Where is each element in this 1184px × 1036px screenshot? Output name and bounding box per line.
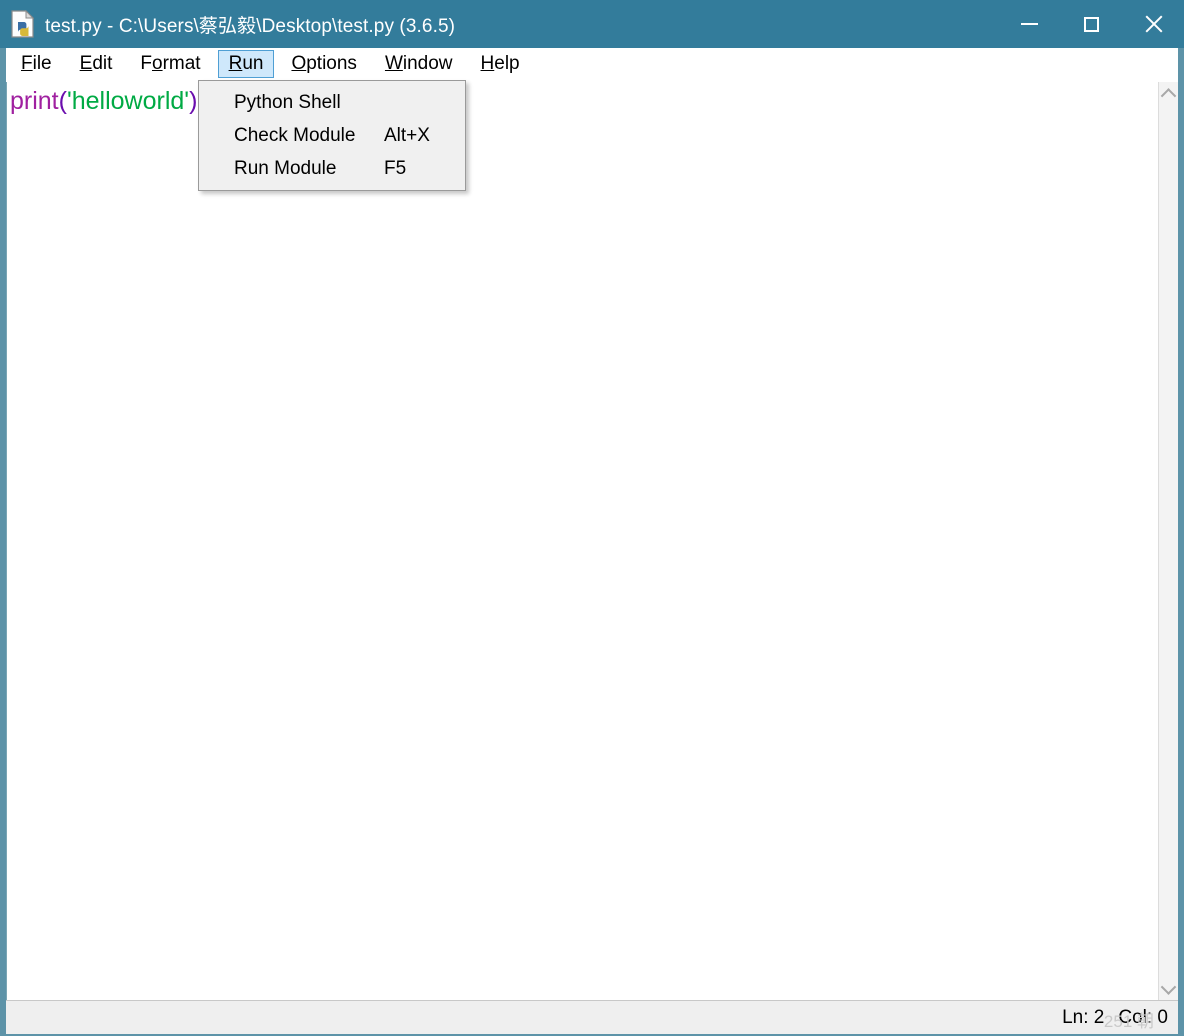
menu-help[interactable]: Help bbox=[470, 50, 531, 78]
window-title: test.py - C:\Users\蔡弘毅\Desktop\test.py (… bbox=[45, 15, 456, 37]
window-controls bbox=[998, 0, 1184, 48]
menu-options[interactable]: Options bbox=[280, 50, 367, 78]
code-editor[interactable]: print('helloworld') bbox=[7, 82, 1159, 1000]
chevron-up-icon bbox=[1160, 87, 1177, 104]
status-bar: 251 朝 Ln: 2 Col: 0 bbox=[6, 1000, 1178, 1034]
close-button[interactable] bbox=[1122, 0, 1184, 48]
maximize-button[interactable] bbox=[1060, 0, 1122, 48]
menu-item-label: Run Module bbox=[234, 157, 337, 179]
title-bar: test.py - C:\Users\蔡弘毅\Desktop\test.py (… bbox=[0, 0, 1184, 48]
menu-edit[interactable]: Edit bbox=[69, 50, 124, 78]
chevron-down-icon bbox=[1160, 978, 1177, 995]
code-token-function: print bbox=[10, 87, 59, 115]
status-line-indicator: Ln: 2 bbox=[1062, 1006, 1105, 1028]
maximize-icon bbox=[1083, 16, 1099, 32]
minimize-icon bbox=[1020, 23, 1038, 25]
minimize-button[interactable] bbox=[998, 0, 1060, 48]
status-col-indicator: Col: 0 bbox=[1118, 1006, 1168, 1028]
menu-item-python-shell[interactable]: Python Shell bbox=[199, 86, 465, 119]
close-icon bbox=[1143, 14, 1163, 34]
code-token-close-paren: ) bbox=[189, 87, 198, 115]
code-token-string: 'helloworld' bbox=[66, 87, 190, 115]
menu-format[interactable]: Fo rmat bbox=[129, 50, 211, 78]
window-frame-right bbox=[1178, 48, 1184, 1036]
code-line-1: print('helloworld') bbox=[10, 86, 197, 116]
vertical-scrollbar[interactable] bbox=[1158, 82, 1178, 1000]
scroll-up-button[interactable] bbox=[1159, 84, 1178, 104]
menu-item-label: Python Shell bbox=[234, 91, 341, 113]
menu-item-shortcut: F5 bbox=[384, 157, 407, 179]
scroll-down-button[interactable] bbox=[1159, 978, 1178, 998]
editor-container: print('helloworld') bbox=[6, 82, 1178, 1000]
menu-run[interactable]: Run bbox=[217, 50, 275, 78]
menu-item-label: Check Module bbox=[234, 124, 356, 146]
idle-editor-window: test.py - C:\Users\蔡弘毅\Desktop\test.py (… bbox=[0, 0, 1184, 1036]
code-token-open-paren: ( bbox=[58, 87, 67, 115]
menu-item-shortcut: Alt+X bbox=[384, 124, 430, 146]
menu-item-check-module[interactable]: Check Module Alt+X bbox=[199, 119, 465, 152]
python-file-icon bbox=[10, 9, 36, 38]
menu-bar: File Edit Fo rmat Run Options Window Help bbox=[0, 48, 1184, 80]
menu-window[interactable]: Window bbox=[374, 50, 464, 78]
menu-file[interactable]: File bbox=[10, 50, 63, 78]
run-dropdown-menu: Python Shell Check Module Alt+X Run Modu… bbox=[198, 80, 466, 191]
menu-item-run-module[interactable]: Run Module F5 bbox=[199, 152, 465, 185]
